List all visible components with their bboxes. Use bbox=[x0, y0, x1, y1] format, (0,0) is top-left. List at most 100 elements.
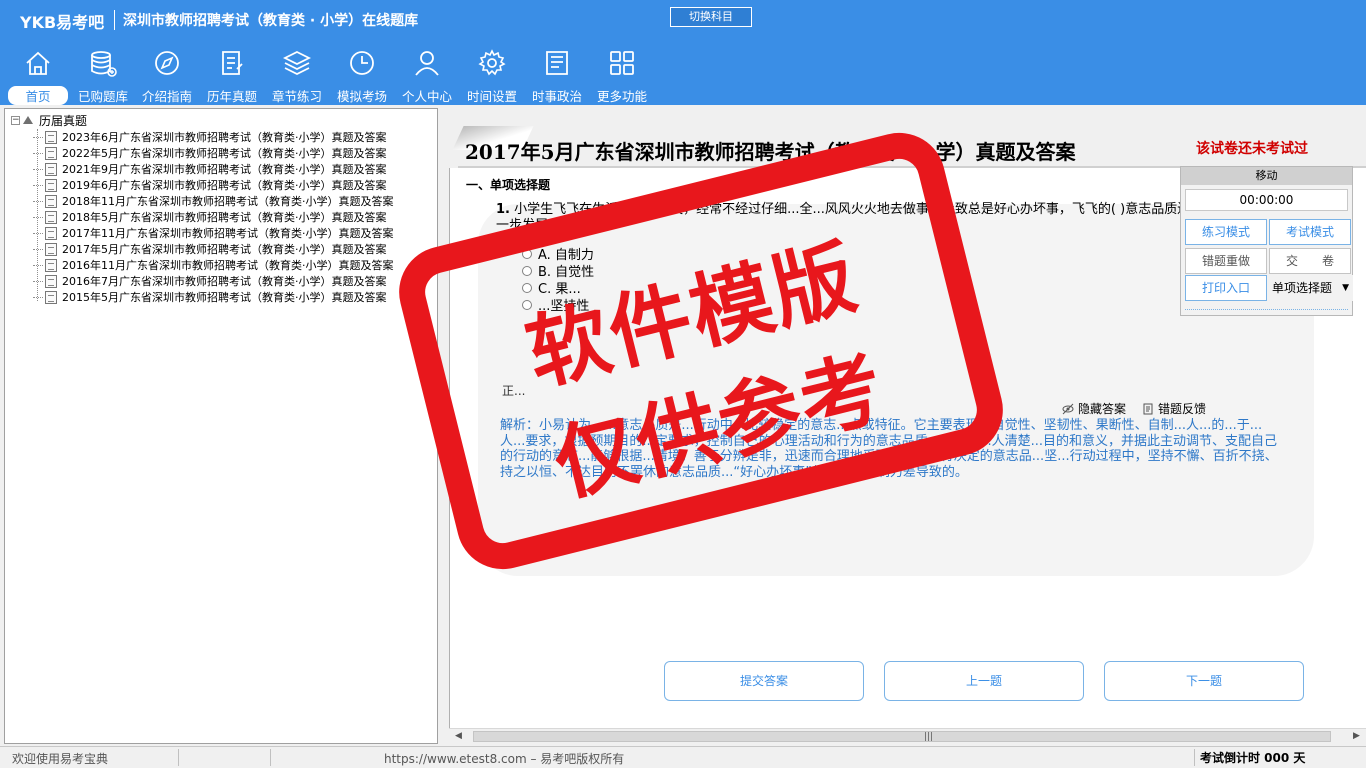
document-icon bbox=[45, 194, 57, 208]
user-icon bbox=[415, 51, 439, 76]
logo-divider bbox=[114, 10, 115, 30]
exam-tool-panel: 移动 00:00:00 练习模式 考试模式 错题重做 交 卷 打印入口 单项选择… bbox=[1180, 166, 1353, 316]
database-icon bbox=[91, 51, 117, 77]
compass-icon bbox=[155, 51, 179, 75]
status-divider bbox=[178, 749, 179, 766]
nav-chapter-practice[interactable]: 章节练习 bbox=[268, 48, 326, 104]
tree-items: 2023年6月广东省深圳市教师招聘考试（教育类·小学）真题及答案 2022年5月… bbox=[33, 129, 394, 305]
document-icon bbox=[45, 146, 57, 160]
nav-purchased[interactable]: 已购题库 bbox=[74, 48, 132, 104]
nav-more[interactable]: 更多功能 bbox=[593, 48, 651, 104]
collapse-icon[interactable]: − bbox=[11, 115, 20, 125]
nav-guide[interactable]: 介绍指南 bbox=[138, 48, 196, 104]
option-b[interactable]: B. 自觉性 bbox=[522, 262, 594, 280]
tree-item[interactable]: 2019年6月广东省深圳市教师招聘考试（教育类·小学）真题及答案 bbox=[33, 177, 394, 193]
tree-item[interactable]: 2018年11月广东省深圳市教师招聘考试（教育类·小学）真题及答案 bbox=[33, 193, 394, 209]
print-button[interactable]: 打印入口 bbox=[1185, 275, 1267, 301]
switch-subject-button[interactable]: 切换科目 bbox=[670, 7, 752, 27]
question-body: 小学生飞飞在生活中比较冒失，经常不经过仔细...全...风风火火地去做事，导致总… bbox=[496, 202, 1230, 233]
nav-current-affairs[interactable]: 时事政治 bbox=[528, 48, 586, 104]
tree-item[interactable]: 2021年9月广东省深圳市教师招聘考试（教育类·小学）真题及答案 bbox=[33, 161, 394, 177]
home-icon bbox=[26, 51, 50, 75]
folder-icon bbox=[23, 116, 33, 124]
news-icon bbox=[546, 51, 568, 75]
tree-root-label: 历届真题 bbox=[39, 113, 88, 128]
nav-label: 个人中心 bbox=[401, 89, 452, 104]
hide-answer-button[interactable]: 隐藏答案 bbox=[1062, 400, 1126, 417]
copyright-url: https://www.etest8.com – 易考吧版权所有 bbox=[384, 752, 625, 766]
radio-button[interactable] bbox=[522, 299, 532, 310]
document-icon bbox=[45, 242, 57, 256]
tree-item[interactable]: 2022年5月广东省深圳市教师招聘考试（教育类·小学）真题及答案 bbox=[33, 145, 394, 161]
tree-item[interactable]: 2015年5月广东省深圳市教师招聘考试（教育类·小学）真题及答案 bbox=[33, 289, 394, 305]
grip-icon: ||| bbox=[924, 732, 934, 742]
nav-label: 章节练习 bbox=[271, 89, 322, 104]
scroll-right-icon[interactable]: ▶ bbox=[1353, 731, 1360, 741]
nav-label: 历年真题 bbox=[206, 89, 257, 104]
option-c[interactable]: C. 果... bbox=[522, 279, 581, 297]
radio-button[interactable] bbox=[522, 265, 532, 276]
error-feedback-button[interactable]: 错题反馈 bbox=[1142, 400, 1206, 417]
nav-label: 更多功能 bbox=[596, 89, 647, 104]
exam-status: 该试卷还未考试过 bbox=[1196, 141, 1308, 157]
nav-mock-exam[interactable]: 模拟考场 bbox=[333, 48, 391, 104]
tree-root[interactable]: − 历届真题 bbox=[11, 112, 87, 128]
tree-item[interactable]: 2017年11月广东省深圳市教师招聘考试（教育类·小学）真题及答案 bbox=[33, 225, 394, 241]
nav-label: 介绍指南 bbox=[141, 89, 192, 104]
status-divider bbox=[270, 749, 271, 766]
analysis-text: 解析：小易认为，...意志品质是...行动中...比较稳定的意志...点或特征。… bbox=[500, 418, 1278, 480]
nav-home[interactable]: 首页 bbox=[8, 48, 68, 105]
app-title: 深圳市教师招聘考试（教育类 · 小学）在线题库 bbox=[123, 13, 419, 29]
question-number: 1. bbox=[496, 202, 510, 217]
document-icon bbox=[45, 210, 57, 224]
section-title: 一、单项选择题 bbox=[466, 178, 551, 192]
gear-icon bbox=[478, 49, 506, 76]
exam-mode-button[interactable]: 考试模式 bbox=[1269, 219, 1351, 245]
top-bar: YKB易考吧 深圳市教师招聘考试（教育类 · 小学）在线题库 切换科目 首页 已… bbox=[0, 0, 1366, 105]
tree-item[interactable]: 2018年5月广东省深圳市教师招聘考试（教育类·小学）真题及答案 bbox=[33, 209, 394, 225]
radio-button[interactable] bbox=[522, 282, 532, 293]
panel-divider bbox=[1185, 309, 1348, 311]
option-a[interactable]: A. 自制力 bbox=[522, 245, 594, 263]
tree-item[interactable]: 2023年6月广东省深圳市教师招聘考试（教育类·小学）真题及答案 bbox=[33, 129, 394, 145]
document-icon bbox=[45, 290, 57, 304]
chevron-down-icon: ▼ bbox=[1342, 283, 1349, 293]
tree-item[interactable]: 2016年11月广东省深圳市教师招聘考试（教育类·小学）真题及答案 bbox=[33, 257, 394, 273]
document-list-icon bbox=[222, 51, 243, 75]
next-question-button[interactable]: 下一题 bbox=[1104, 661, 1304, 701]
grid-icon bbox=[610, 51, 634, 75]
report-icon bbox=[1143, 403, 1153, 414]
nav-past-exams[interactable]: 历年真题 bbox=[203, 48, 261, 104]
nav-label: 首页 bbox=[8, 86, 68, 105]
nav-profile[interactable]: 个人中心 bbox=[398, 48, 456, 104]
answer-label: 正... bbox=[502, 384, 526, 398]
horizontal-scrollbar[interactable]: ◀ ||| ▶ bbox=[449, 728, 1366, 744]
option-d[interactable]: ...坚持性 bbox=[522, 296, 589, 314]
move-handle[interactable]: 移动 bbox=[1181, 167, 1352, 185]
document-icon bbox=[45, 258, 57, 272]
status-bar: 欢迎使用易考宝典 https://www.etest8.com – 易考吧版权所… bbox=[0, 746, 1366, 768]
document-icon bbox=[45, 162, 57, 176]
question-type-select[interactable]: 单项选择题 ▼ bbox=[1269, 275, 1353, 301]
timer-display: 00:00:00 bbox=[1185, 189, 1348, 211]
tree-item[interactable]: 2017年5月广东省深圳市教师招聘考试（教育类·小学）真题及答案 bbox=[33, 241, 394, 257]
nav-label: 模拟考场 bbox=[336, 89, 387, 104]
nav-time-settings[interactable]: 时间设置 bbox=[463, 48, 521, 104]
scroll-left-icon[interactable]: ◀ bbox=[455, 731, 462, 741]
previous-question-button[interactable]: 上一题 bbox=[884, 661, 1084, 701]
clock-icon bbox=[350, 51, 374, 75]
practice-mode-button[interactable]: 练习模式 bbox=[1185, 219, 1267, 245]
submit-answer-button[interactable]: 提交答案 bbox=[664, 661, 864, 701]
document-icon bbox=[45, 226, 57, 240]
exam-title: 2017年5月广东省深圳市教师招聘考试（教育类 · 小学）真题及答案 bbox=[465, 140, 1076, 164]
redo-wrong-button[interactable]: 错题重做 bbox=[1185, 248, 1267, 274]
scrollbar-thumb[interactable]: ||| bbox=[473, 731, 1331, 742]
submit-paper-button[interactable]: 交 卷 bbox=[1269, 248, 1351, 274]
question-text: 1. 小学生飞飞在生活中比较冒失，经常不经过仔细...全...风风火火地去做事，… bbox=[496, 202, 1236, 234]
exam-countdown: 考试倒计时 000 天 bbox=[1200, 751, 1306, 765]
tree-item[interactable]: 2016年7月广东省深圳市教师招聘考试（教育类·小学）真题及答案 bbox=[33, 273, 394, 289]
radio-button[interactable] bbox=[522, 248, 532, 259]
document-icon bbox=[45, 130, 57, 144]
nav-label: 时事政治 bbox=[531, 89, 582, 104]
exam-tree-panel: − 历届真题 2023年6月广东省深圳市教师招聘考试（教育类·小学）真题及答案 … bbox=[4, 108, 438, 744]
